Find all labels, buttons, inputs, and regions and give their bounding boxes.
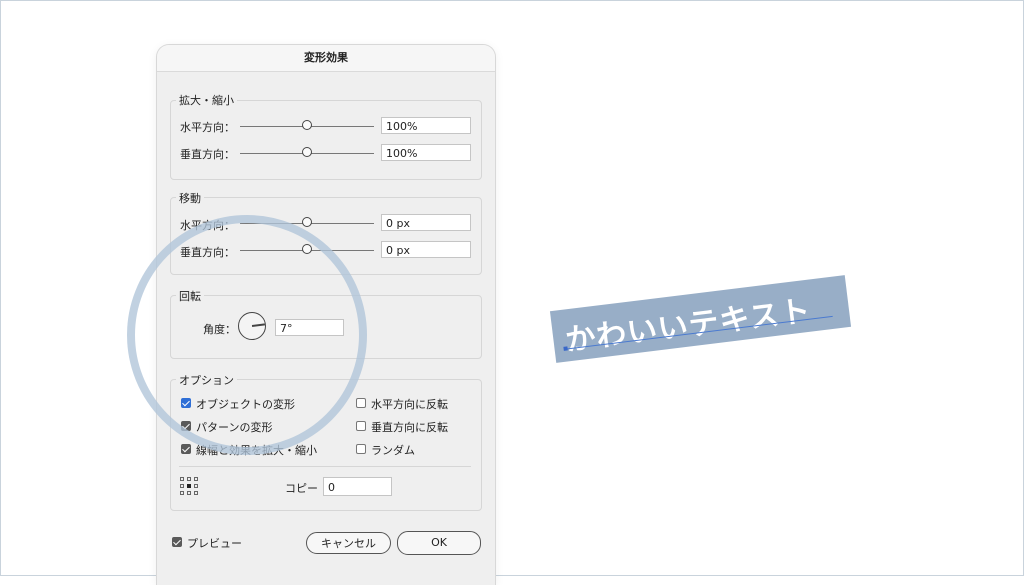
scale-strokes-checkbox[interactable] [181, 444, 191, 454]
transform-effect-dialog: 変形効果 拡大・縮小 水平方向： 100% 垂直方向： 100% 移動 水平方向… [157, 45, 495, 585]
copies-label: コピー [285, 482, 318, 495]
dialog-title: 変形効果 [157, 45, 495, 72]
transform-objects-checkbox[interactable] [181, 398, 191, 408]
scale-vertical-label: 垂直方向： [180, 148, 235, 161]
scale-strokes-label: 線幅と効果を拡大・縮小 [196, 444, 317, 457]
options-divider [179, 466, 471, 467]
reflect-x-checkbox[interactable] [356, 398, 366, 408]
scale-group-title: 拡大・縮小 [176, 92, 237, 108]
move-vertical-label: 垂直方向： [180, 246, 235, 259]
window-frame [0, 0, 1024, 576]
reflect-y-label: 垂直方向に反転 [371, 421, 448, 434]
preview-checkbox[interactable] [172, 537, 182, 547]
scale-horizontal-label: 水平方向： [180, 121, 235, 134]
cancel-button[interactable]: キャンセル [306, 532, 391, 554]
reference-point-icon[interactable] [180, 477, 198, 495]
angle-field[interactable]: 7° [275, 319, 344, 336]
move-horizontal-field[interactable]: 0 px [381, 214, 471, 231]
reflect-y-checkbox[interactable] [356, 421, 366, 431]
preview-label: プレビュー [187, 537, 242, 550]
scale-vertical-knob[interactable] [302, 147, 312, 157]
move-vertical-knob[interactable] [302, 244, 312, 254]
transform-objects-label: オブジェクトの変形 [196, 398, 295, 411]
text-anchor-point[interactable] [563, 346, 568, 351]
angle-dial[interactable] [238, 312, 266, 340]
move-vertical-field[interactable]: 0 px [381, 241, 471, 258]
angle-label: 角度： [203, 323, 236, 336]
rotate-group-title: 回転 [176, 288, 204, 304]
transform-patterns-label: パターンの変形 [196, 421, 273, 434]
scale-horizontal-knob[interactable] [302, 120, 312, 130]
scale-horizontal-field[interactable]: 100% [381, 117, 471, 134]
copies-field[interactable]: 0 [323, 477, 392, 496]
reflect-x-label: 水平方向に反転 [371, 398, 448, 411]
angle-dial-hand [251, 323, 265, 327]
random-checkbox[interactable] [356, 444, 366, 454]
move-group-title: 移動 [176, 190, 204, 206]
move-horizontal-label: 水平方向： [180, 219, 235, 232]
random-label: ランダム [371, 444, 415, 457]
transform-patterns-checkbox[interactable] [181, 421, 191, 431]
scale-group [170, 100, 482, 180]
move-group [170, 197, 482, 275]
scale-vertical-field[interactable]: 100% [381, 144, 471, 161]
ok-button[interactable]: OK [397, 531, 481, 555]
move-horizontal-knob[interactable] [302, 217, 312, 227]
options-group-title: オプション [176, 372, 237, 388]
